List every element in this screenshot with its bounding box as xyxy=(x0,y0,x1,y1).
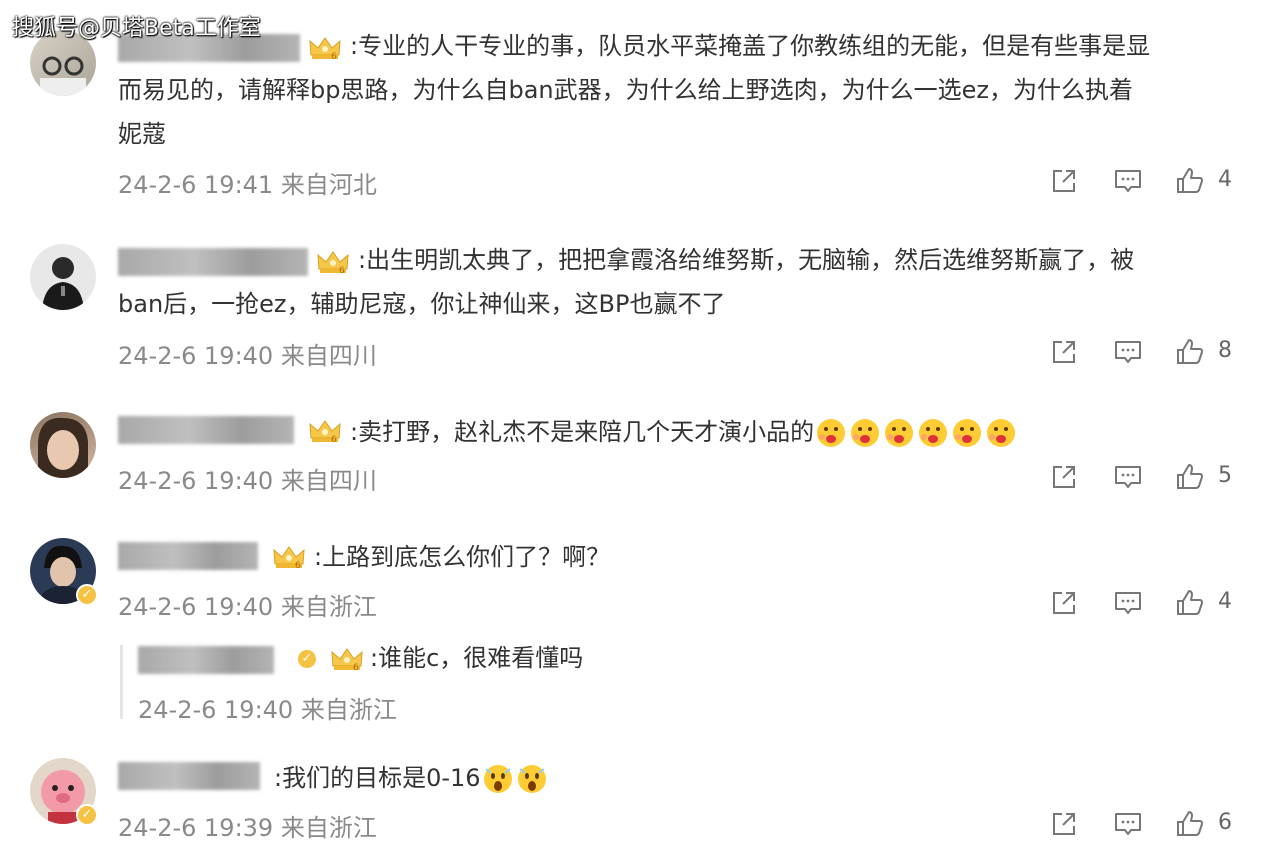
share-icon[interactable] xyxy=(1048,808,1080,840)
comment-item: ✓ :我们的目标是0-16 24-2-6 19:39 来自浙江 6 xyxy=(0,0,1264,860)
watermark: 搜狐号@贝塔Beta工作室 xyxy=(12,16,261,41)
like-count: 6 xyxy=(1218,810,1232,835)
verified-badge-icon: ✓ xyxy=(76,804,98,826)
scared-face-emoji xyxy=(482,763,514,795)
username-redacted[interactable] xyxy=(118,762,260,790)
comment-meta: 24-2-6 19:39 来自浙江 xyxy=(118,814,377,842)
comment-icon[interactable] xyxy=(1112,808,1144,840)
comment-text-content: :我们的目标是0-16 xyxy=(274,764,481,792)
like-icon[interactable] xyxy=(1174,808,1206,840)
scared-face-emoji xyxy=(516,763,548,795)
comment-actions: 6 xyxy=(1004,808,1264,840)
comment-text: :我们的目标是0-16 xyxy=(274,756,549,800)
